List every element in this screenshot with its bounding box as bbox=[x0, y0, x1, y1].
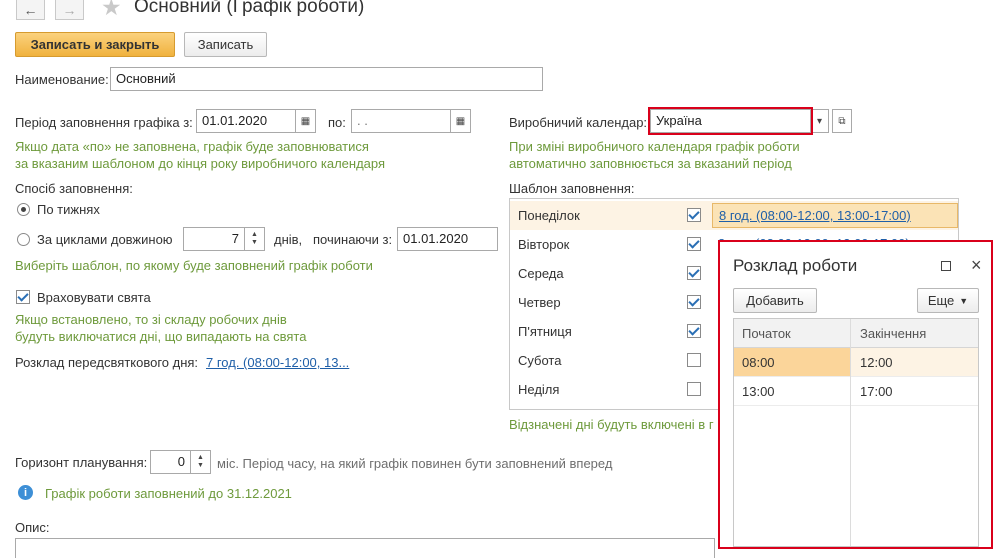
column-header-end[interactable]: Закінчення bbox=[860, 326, 926, 341]
period-to-label: по: bbox=[328, 115, 346, 130]
period-from-field[interactable]: 01.01.2020 bbox=[196, 109, 296, 133]
back-button[interactable]: ← bbox=[16, 0, 45, 20]
horizon-hint: міс. Період часу, на який графік повинен… bbox=[217, 456, 613, 471]
day-label: Понеділок bbox=[518, 208, 580, 223]
forward-button[interactable]: → bbox=[55, 0, 84, 20]
description-label: Опис: bbox=[15, 520, 50, 535]
day-schedule-link[interactable]: 8 год. (08:00-12:00, 13:00-17:00) bbox=[719, 208, 911, 223]
days-label: днів, bbox=[274, 232, 303, 247]
spin-up-icon: ▲ bbox=[197, 454, 204, 461]
name-label: Наименование: bbox=[15, 72, 109, 87]
start-cell[interactable]: 08:00 bbox=[734, 348, 850, 376]
calendar-dropdown-button[interactable]: ▾ bbox=[811, 109, 829, 133]
arrow-right-icon: → bbox=[62, 1, 77, 18]
day-checkbox[interactable] bbox=[687, 295, 701, 309]
column-divider bbox=[850, 319, 851, 546]
schedule-table-header: Початок Закінчення bbox=[734, 319, 978, 348]
spin-up-icon: ▲ bbox=[251, 231, 258, 238]
day-label: Субота bbox=[518, 353, 562, 368]
calendar-label: Виробничий календар: bbox=[509, 115, 648, 130]
chevron-down-icon: ▾ bbox=[816, 115, 823, 127]
holidays-hint-2: будуть виключатися дні, що випадають на … bbox=[15, 329, 307, 344]
popup-title: Розклад роботи bbox=[733, 256, 858, 275]
spin-down-icon: ▼ bbox=[197, 462, 204, 469]
radio-weekly[interactable] bbox=[17, 203, 30, 216]
more-button[interactable]: Еще ▼ bbox=[917, 288, 979, 313]
cycle-start-field[interactable]: 01.01.2020 bbox=[397, 227, 498, 251]
day-label: П'ятниця bbox=[518, 324, 572, 339]
preholiday-schedule-link[interactable]: 7 год. (08:00-12:00, 13... bbox=[206, 355, 349, 370]
add-button[interactable]: Добавить bbox=[733, 288, 817, 313]
table-row[interactable]: 08:00 12:00 bbox=[734, 348, 978, 377]
day-label: Середа bbox=[518, 266, 564, 281]
info-icon: i bbox=[18, 485, 33, 500]
calendar-hint-2: автоматично заповнюється за вказаний пер… bbox=[509, 156, 792, 171]
template-hint: Відзначені дні будуть включені в г bbox=[509, 417, 714, 432]
fill-method-hint: Виберіть шаблон, по якому буде заповнени… bbox=[15, 258, 373, 273]
period-from-calendar-button[interactable]: ▦ bbox=[296, 109, 316, 133]
column-header-start[interactable]: Початок bbox=[742, 326, 791, 341]
period-label: Період заповнення графіка з: bbox=[15, 115, 193, 130]
end-cell[interactable]: 17:00 bbox=[852, 377, 978, 405]
day-checkbox[interactable] bbox=[687, 382, 701, 396]
save-button[interactable]: Записать bbox=[184, 32, 267, 57]
horizon-stepper[interactable]: ▲ ▼ bbox=[191, 450, 211, 474]
calendar-icon: ▦ bbox=[300, 115, 311, 127]
arrow-left-icon: ← bbox=[23, 1, 38, 18]
holidays-hint-1: Якщо встановлено, то зі складу робочих д… bbox=[15, 312, 287, 327]
template-label: Шаблон заповнення: bbox=[509, 181, 635, 196]
starting-label: починаючи з: bbox=[313, 232, 393, 247]
calendar-highlight bbox=[648, 107, 813, 135]
cycle-length-stepper[interactable]: ▲ ▼ bbox=[245, 227, 265, 251]
open-form-icon: ⧉ bbox=[838, 115, 846, 127]
more-button-label: Еще bbox=[927, 293, 955, 308]
save-and-close-button[interactable]: Записать и закрыть bbox=[15, 32, 175, 57]
chevron-down-icon: ▼ bbox=[959, 295, 969, 306]
end-cell[interactable]: 12:00 bbox=[852, 348, 978, 376]
period-to-field[interactable]: . . bbox=[351, 109, 451, 133]
calendar-hint-1: При зміні виробничого календаря графік р… bbox=[509, 139, 800, 154]
day-checkbox[interactable] bbox=[687, 353, 701, 367]
work-schedule-popup: Розклад роботи × Добавить Еще ▼ Початок … bbox=[718, 240, 993, 549]
preholiday-label: Розклад передсвяткового дня: bbox=[15, 355, 199, 370]
page-title: Основний (Графік роботи) bbox=[134, 0, 365, 17]
info-text: Графік роботи заповнений до 31.12.2021 bbox=[45, 486, 292, 501]
radio-cycles-label: За циклами довжиною bbox=[37, 232, 173, 247]
table-row[interactable]: 13:00 17:00 bbox=[734, 377, 978, 406]
day-label: Неділя bbox=[518, 382, 560, 397]
day-checkbox[interactable] bbox=[687, 324, 701, 338]
spin-down-icon: ▼ bbox=[251, 239, 258, 246]
day-checkbox[interactable] bbox=[687, 208, 701, 222]
close-icon[interactable]: × bbox=[971, 255, 982, 276]
day-schedule-cell[interactable]: 8 год. (08:00-12:00, 13:00-17:00) bbox=[712, 203, 958, 228]
description-field[interactable] bbox=[15, 538, 715, 558]
fill-method-label: Спосіб заповнення: bbox=[15, 181, 133, 196]
calendar-open-button[interactable]: ⧉ bbox=[832, 109, 852, 133]
name-field[interactable]: Основний bbox=[110, 67, 543, 91]
calendar-icon: ▦ bbox=[455, 115, 466, 127]
start-cell[interactable]: 13:00 bbox=[734, 377, 850, 405]
period-hint-2: за вказаним шаблоном до кінця року вироб… bbox=[15, 156, 386, 171]
radio-weekly-label: По тижнях bbox=[37, 202, 100, 217]
template-row-monday[interactable]: Понеділок 8 год. (08:00-12:00, 13:00-17:… bbox=[510, 201, 958, 230]
holidays-label: Враховувати свята bbox=[37, 290, 151, 305]
favorite-star-icon[interactable]: ★ bbox=[101, 0, 122, 21]
maximize-icon[interactable] bbox=[941, 261, 951, 271]
horizon-label: Горизонт планування: bbox=[15, 455, 148, 470]
period-to-calendar-button[interactable]: ▦ bbox=[451, 109, 471, 133]
day-label: Вівторок bbox=[518, 237, 570, 252]
radio-cycles[interactable] bbox=[17, 233, 30, 246]
period-hint-1: Якщо дата «по» не заповнена, графік буде… bbox=[15, 139, 369, 154]
cycle-length-field[interactable]: 7 bbox=[183, 227, 245, 251]
day-label: Четвер bbox=[518, 295, 561, 310]
holidays-checkbox[interactable] bbox=[16, 290, 30, 304]
schedule-table: Початок Закінчення 08:00 12:00 13:00 17:… bbox=[733, 318, 979, 547]
horizon-field[interactable]: 0 bbox=[150, 450, 191, 474]
day-checkbox[interactable] bbox=[687, 237, 701, 251]
day-checkbox[interactable] bbox=[687, 266, 701, 280]
